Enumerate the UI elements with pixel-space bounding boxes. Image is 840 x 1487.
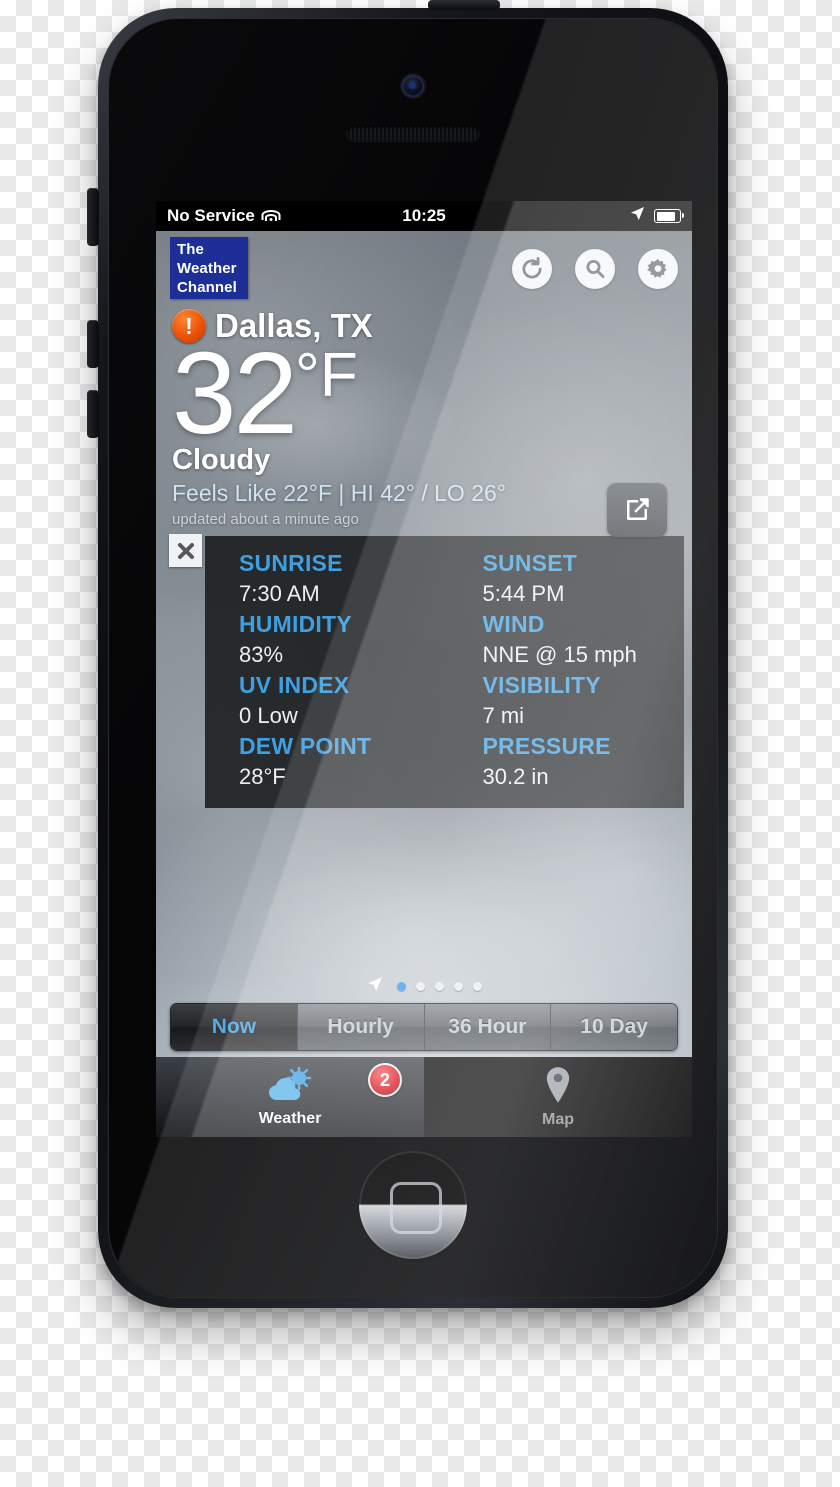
detail-cell: VISIBILITY 7 mi bbox=[449, 670, 685, 731]
tab-map[interactable]: Map bbox=[424, 1057, 692, 1137]
segment-36-hour[interactable]: 36 Hour bbox=[424, 1004, 552, 1050]
temperature-unit: °F bbox=[295, 341, 358, 410]
notification-badge: 2 bbox=[368, 1063, 402, 1097]
bottom-tab-bar: Weather 2 Map bbox=[156, 1057, 692, 1137]
tab-label: Map bbox=[542, 1110, 574, 1128]
detail-value: 7 mi bbox=[482, 703, 525, 729]
segment-10-day[interactable]: 10 Day bbox=[551, 1004, 677, 1050]
detail-cell: DEW POINT 28°F bbox=[205, 731, 441, 792]
detail-value: NNE @ 15 mph bbox=[482, 642, 637, 668]
earpiece-speaker bbox=[346, 126, 480, 141]
details-grid: SUNRISE 7:30 AM SUNSET 5:44 PM HUMIDITY … bbox=[205, 536, 685, 809]
battery-icon bbox=[654, 209, 684, 223]
segment-hourly[interactable]: Hourly bbox=[297, 1004, 425, 1050]
volume-down-button[interactable] bbox=[87, 390, 99, 438]
detail-label: UV INDEX bbox=[239, 672, 350, 699]
detail-label: SUNSET bbox=[482, 550, 577, 577]
app-header: The Weather Channel bbox=[156, 231, 692, 309]
temperature-row: 32 °F bbox=[172, 328, 692, 458]
detail-cell: HUMIDITY 83% bbox=[205, 609, 441, 670]
detail-value: 7:30 AM bbox=[239, 581, 320, 607]
phone-screen: No Service 10:25 The Weather Channel ! D… bbox=[156, 201, 692, 1137]
search-icon[interactable] bbox=[575, 249, 615, 289]
device-front-face: No Service 10:25 The Weather Channel ! D… bbox=[108, 18, 718, 1298]
power-button[interactable] bbox=[428, 0, 500, 10]
map-pin-icon bbox=[543, 1066, 573, 1109]
detail-cell: SUNRISE 7:30 AM bbox=[205, 548, 441, 609]
logo-line-2: Weather bbox=[177, 260, 237, 277]
location-arrow-icon bbox=[630, 206, 645, 226]
tab-weather[interactable]: Weather 2 bbox=[156, 1057, 424, 1137]
iphone-device: No Service 10:25 The Weather Channel ! D… bbox=[87, 0, 728, 1308]
refresh-icon[interactable] bbox=[512, 249, 552, 289]
tab-label: Weather bbox=[258, 1109, 322, 1127]
detail-label: PRESSURE bbox=[482, 733, 611, 760]
detail-label: WIND bbox=[482, 611, 545, 638]
weather-channel-logo: The Weather Channel bbox=[170, 237, 248, 299]
detail-cell: SUNSET 5:44 PM bbox=[449, 548, 685, 609]
segment-now[interactable]: Now bbox=[171, 1004, 298, 1050]
logo-line-3: Channel bbox=[177, 279, 237, 296]
volume-up-button[interactable] bbox=[87, 320, 99, 368]
home-square-icon bbox=[390, 1182, 442, 1234]
mute-switch[interactable] bbox=[87, 188, 99, 246]
detail-label: HUMIDITY bbox=[239, 611, 352, 638]
front-camera bbox=[402, 75, 424, 97]
detail-label: VISIBILITY bbox=[482, 672, 601, 699]
detail-cell: PRESSURE 30.2 in bbox=[449, 731, 685, 792]
detail-label: DEW POINT bbox=[239, 733, 372, 760]
detail-value: 83% bbox=[239, 642, 284, 668]
detail-cell: UV INDEX 0 Low bbox=[205, 670, 441, 731]
page-dot-active[interactable] bbox=[396, 982, 406, 991]
detail-value: 5:44 PM bbox=[482, 581, 565, 607]
status-time: 10:25 bbox=[402, 206, 446, 225]
location-arrow-icon bbox=[367, 976, 383, 997]
detail-label: SUNRISE bbox=[239, 550, 343, 577]
logo-line-1: The bbox=[177, 241, 204, 258]
page-dot[interactable] bbox=[472, 982, 482, 991]
forecast-segmented-control[interactable]: Now Hourly 36 Hour 10 Day bbox=[170, 1003, 678, 1051]
page-dot[interactable] bbox=[415, 982, 425, 991]
close-x-icon[interactable] bbox=[169, 534, 202, 568]
home-button[interactable] bbox=[359, 1151, 467, 1259]
detail-cell: WIND NNE @ 15 mph bbox=[449, 609, 685, 670]
share-button[interactable] bbox=[607, 483, 667, 537]
status-bar: No Service 10:25 bbox=[156, 201, 692, 231]
page-dot[interactable] bbox=[453, 982, 463, 991]
page-dot[interactable] bbox=[434, 982, 444, 991]
condition-text: Cloudy bbox=[172, 444, 271, 477]
settings-gear-icon[interactable] bbox=[638, 249, 678, 289]
detail-value: 0 Low bbox=[239, 703, 298, 729]
details-panel-wrap: SUNRISE 7:30 AM SUNSET 5:44 PM HUMIDITY … bbox=[156, 534, 692, 809]
page-indicator bbox=[156, 976, 692, 997]
detail-value: 30.2 in bbox=[482, 764, 549, 790]
detail-value: 28°F bbox=[239, 764, 286, 790]
partly-cloudy-icon bbox=[264, 1065, 316, 1108]
temperature-value: 32 bbox=[172, 328, 298, 458]
